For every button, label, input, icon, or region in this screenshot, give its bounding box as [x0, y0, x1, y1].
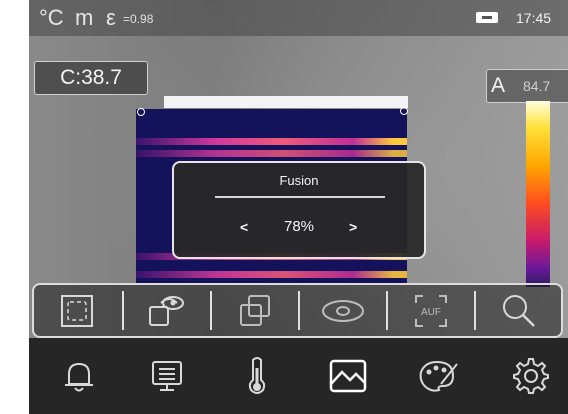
thermal-band [136, 150, 407, 157]
settings-gear-icon [513, 358, 549, 394]
bottom-navigation [29, 338, 568, 414]
auto-focus-label: AUF [421, 307, 441, 318]
zoom-button[interactable] [476, 285, 562, 336]
unit-epsilon: ε [106, 5, 116, 30]
thermal-band [136, 138, 407, 145]
color-palette-icon [419, 360, 458, 392]
overlap-squares-icon [240, 294, 270, 326]
status-bar: °C m ε =0.98 17:45 [29, 0, 568, 36]
eye-icon [322, 299, 364, 322]
color-scale-bar [526, 101, 550, 287]
thermal-band [136, 271, 407, 278]
zoom-search-icon [503, 294, 535, 327]
unit-celsius: °C [39, 5, 64, 30]
auto-label: A [491, 74, 506, 97]
nav-thermometer[interactable] [217, 338, 297, 414]
hot-surface-edge [164, 96, 408, 108]
fusion-value: 78% [283, 218, 315, 235]
area-corner-marker[interactable] [137, 108, 145, 116]
fusion-increase-button[interactable]: > [349, 219, 357, 235]
area-frame-icon [61, 294, 93, 327]
auto-focus-button[interactable]: AUF [388, 285, 474, 336]
picture-in-picture-eye-icon [149, 295, 184, 326]
overlap-mode-button[interactable] [212, 285, 298, 336]
area-frame-button[interactable] [34, 285, 120, 336]
monitor-display-icon [152, 361, 182, 391]
center-temperature-readout: C:38.7 [34, 61, 148, 95]
battery-icon [476, 12, 498, 23]
auto-readout: A 84.7 [486, 69, 568, 103]
thermometer-icon [248, 357, 266, 394]
alarm-bell-icon [65, 362, 93, 392]
nav-image-mode[interactable] [308, 338, 388, 414]
eye-view-button[interactable] [300, 285, 386, 336]
auto-focus-icon: AUF [415, 294, 447, 327]
picture-in-picture-button[interactable] [124, 285, 210, 336]
nav-display[interactable] [127, 338, 207, 414]
clock: 17:45 [516, 10, 552, 26]
fusion-title: Fusion [279, 173, 319, 188]
nav-alarm[interactable] [39, 338, 119, 414]
nav-palette[interactable] [397, 338, 477, 414]
device-frame: °C m ε =0.98 17:45 C:38.7 A 84.7 Fusion … [0, 0, 568, 414]
emissivity-value: =0.98 [123, 12, 154, 26]
image-mode-icon [329, 359, 367, 393]
area-corner-marker[interactable] [400, 107, 408, 115]
camera-screen: °C m ε =0.98 17:45 C:38.7 A 84.7 Fusion … [29, 0, 568, 414]
nav-settings[interactable] [491, 338, 568, 414]
unit-meter: m [75, 5, 94, 30]
auto-value: 84.7 [523, 78, 551, 94]
fusion-dialog: Fusion < 78% > [172, 161, 426, 259]
image-toolbar: AUF [32, 283, 563, 338]
fusion-divider [215, 196, 385, 198]
